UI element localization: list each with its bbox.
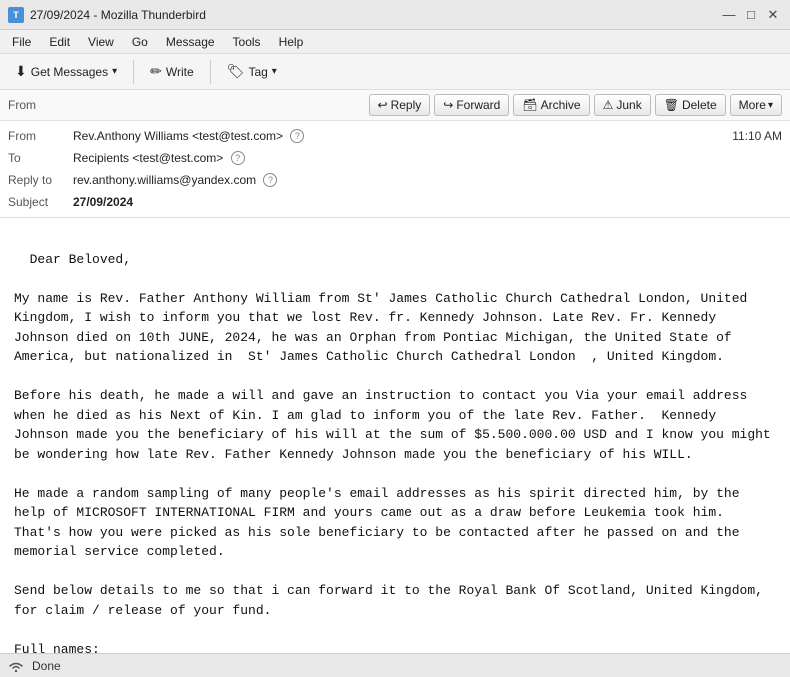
replyto-value: rev.anthony.williams@yandex.com ? [73,173,782,188]
action-bar-left: From [8,98,42,112]
subject-row: Subject 27/09/2024 [8,191,782,213]
status-text: Done [32,659,61,673]
maximize-button[interactable]: □ [742,6,760,24]
email-header: From ↩ Reply ↪ Forward 🗃 Archive ⚠ Junk … [0,90,790,218]
to-value-text: Recipients <test@test.com> [73,151,223,165]
from-row: From Rev.Anthony Williams <test@test.com… [8,125,782,147]
tag-dropdown-icon[interactable]: ▾ [272,66,277,77]
app-icon: T [8,7,24,23]
subject-label: Subject [8,195,73,209]
action-bar: From ↩ Reply ↪ Forward 🗃 Archive ⚠ Junk … [0,90,790,121]
from-label: From [8,129,73,143]
tag-icon: 🏷 [227,63,245,80]
to-verify-icon[interactable]: ? [231,151,245,165]
subject-value: 27/09/2024 [73,195,782,209]
replyto-label: Reply to [8,173,73,187]
menu-file[interactable]: File [4,33,39,51]
replyto-verify-icon[interactable]: ? [263,173,277,187]
tag-label: Tag [248,65,267,79]
toolbar: ⬇ Get Messages ▾ ✏ Write 🏷 Tag ▾ [0,54,790,90]
reply-button[interactable]: ↩ Reply [369,94,431,116]
forward-button[interactable]: ↪ Forward [434,94,509,116]
get-messages-label: Get Messages [31,65,108,79]
junk-icon: ⚠ [603,98,614,112]
write-label: Write [166,65,194,79]
window-controls: — □ ✕ [720,6,782,24]
to-value: Recipients <test@test.com> ? [73,151,782,166]
title-bar: T 27/09/2024 - Mozilla Thunderbird — □ ✕ [0,0,790,30]
close-button[interactable]: ✕ [764,6,782,24]
archive-icon: 🗃 [522,98,537,112]
replyto-row: Reply to rev.anthony.williams@yandex.com… [8,169,782,191]
reply-icon: ↩ [378,98,388,112]
email-body: Dear Beloved, My name is Rev. Father Ant… [0,218,790,655]
replyto-value-text: rev.anthony.williams@yandex.com [73,173,256,187]
menu-tools[interactable]: Tools [225,33,269,51]
to-label: To [8,151,73,165]
from-verify-icon[interactable]: ? [290,129,304,143]
junk-label: Junk [616,98,641,112]
junk-button[interactable]: ⚠ Junk [594,94,651,116]
get-messages-dropdown-icon[interactable]: ▾ [112,66,117,77]
get-messages-button[interactable]: ⬇ Get Messages ▾ [6,58,126,85]
forward-icon: ↪ [443,98,453,112]
delete-label: Delete [682,98,717,112]
from-value: Rev.Anthony Williams <test@test.com> ? [73,129,732,144]
status-bar: Done [0,653,790,677]
menu-message[interactable]: Message [158,33,223,51]
toolbar-divider-2 [210,60,211,84]
delete-button[interactable]: 🗑 Delete [655,94,726,116]
fields-area: From Rev.Anthony Williams <test@test.com… [0,121,790,217]
archive-label: Archive [541,98,581,112]
more-chevron-icon: ▾ [768,100,773,111]
email-action-buttons: ↩ Reply ↪ Forward 🗃 Archive ⚠ Junk 🗑 Del… [369,94,783,116]
archive-button[interactable]: 🗃 Archive [513,94,589,116]
menu-go[interactable]: Go [124,33,156,51]
toolbar-divider-1 [133,60,134,84]
email-time: 11:10 AM [732,129,782,143]
more-label: More [739,98,766,112]
more-button[interactable]: More ▾ [730,94,782,116]
from-value-text: Rev.Anthony Williams <test@test.com> [73,129,283,143]
forward-label: Forward [456,98,500,112]
wifi-icon [8,659,24,673]
minimize-button[interactable]: — [720,6,738,24]
menu-bar: File Edit View Go Message Tools Help [0,30,790,54]
menu-edit[interactable]: Edit [41,33,78,51]
from-static-label: From [8,98,36,112]
write-icon: ✏ [150,63,162,80]
reply-label: Reply [391,98,422,112]
connection-status-icon [8,659,24,673]
get-messages-icon: ⬇ [15,63,27,80]
write-button[interactable]: ✏ Write [141,58,203,85]
window-title: 27/09/2024 - Mozilla Thunderbird [30,8,206,22]
menu-help[interactable]: Help [271,33,312,51]
to-row: To Recipients <test@test.com> ? [8,147,782,169]
email-body-text: Dear Beloved, My name is Rev. Father Ant… [14,252,779,656]
menu-view[interactable]: View [80,33,122,51]
delete-icon: 🗑 [664,98,679,112]
tag-button[interactable]: 🏷 Tag ▾ [218,58,286,85]
